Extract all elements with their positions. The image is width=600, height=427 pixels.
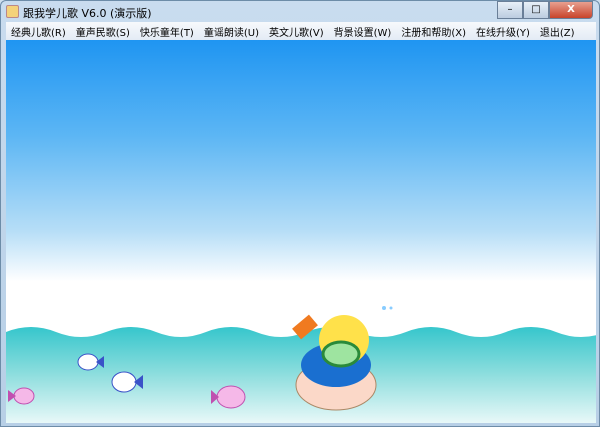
app-window: 跟我学儿歌 V6.0 (演示版) – □ X 经典儿歌(R) 童声民歌(S) 快… (0, 0, 600, 427)
menu-background[interactable]: 背景设置(W) (329, 24, 397, 39)
maximize-button[interactable]: □ (523, 1, 549, 19)
menu-exit[interactable]: 退出(Z) (535, 24, 580, 39)
menu-classic-songs[interactable]: 经典儿歌(R) (6, 24, 71, 39)
window-title: 跟我学儿歌 V6.0 (演示版) (23, 7, 152, 20)
close-button[interactable]: X (549, 1, 593, 19)
menu-folk-songs[interactable]: 童声民歌(S) (71, 24, 135, 39)
app-icon (6, 5, 19, 18)
underwater-scene (6, 40, 596, 423)
menu-online-upgrade[interactable]: 在线升级(Y) (471, 24, 535, 39)
menu-happy-childhood[interactable]: 快乐童年(T) (135, 24, 199, 39)
menu-register-help[interactable]: 注册和帮助(X) (396, 24, 471, 39)
minimize-button[interactable]: – (497, 1, 523, 19)
menu-rhyme-reading[interactable]: 童谣朗读(U) (199, 24, 264, 39)
menu-bar: 经典儿歌(R) 童声民歌(S) 快乐童年(T) 童谣朗读(U) 英文儿歌(V) … (6, 22, 596, 40)
menu-english-songs[interactable]: 英文儿歌(V) (264, 24, 329, 39)
